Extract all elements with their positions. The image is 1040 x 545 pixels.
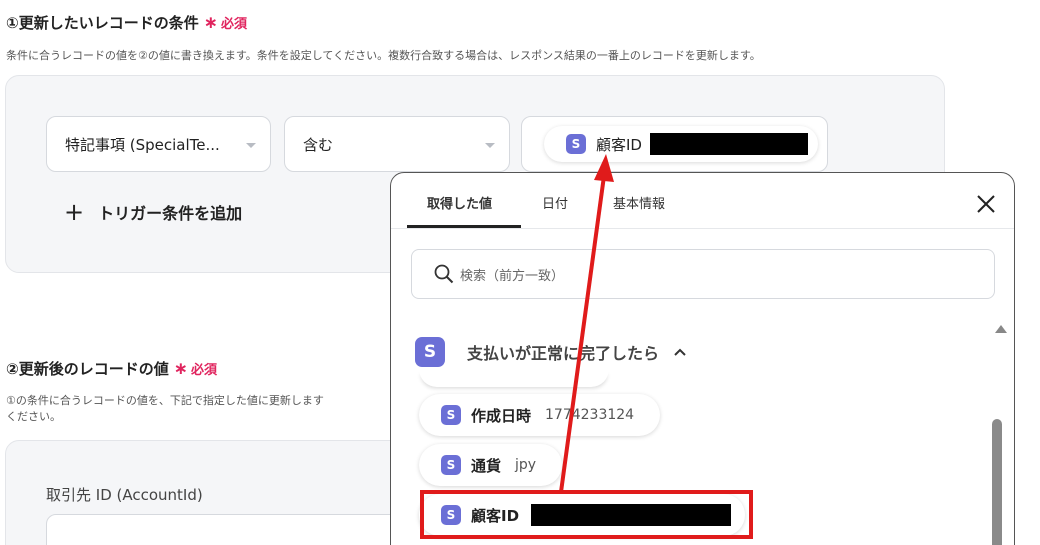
tab-date[interactable]: 日付 (542, 193, 568, 212)
section1-description: 条件に合うレコードの値を②の値に書き換えます。条件を設定してください。複数行合致… (6, 49, 761, 62)
section2-description-line1: ①の条件に合うレコードの値を、下記で指定した値に更新します (6, 394, 324, 407)
stripe-badge-icon: S (415, 337, 445, 367)
required-star: ∗ (173, 359, 188, 379)
redacted-value (649, 133, 808, 155)
add-condition-button[interactable]: + トリガー条件を追加 (64, 200, 242, 224)
tab-basic-info[interactable]: 基本情報 (613, 193, 665, 212)
chevron-down-icon (246, 143, 256, 148)
item-label: 通貨 (471, 456, 502, 475)
chevron-up-icon (674, 348, 686, 356)
add-condition-label: トリガー条件を追加 (98, 204, 243, 223)
stripe-badge-icon: S (441, 405, 461, 425)
chevron-down-icon (485, 143, 495, 148)
item-value: 1774233124 (545, 407, 635, 423)
section2-title: ②更新後のレコードの値 ∗ 必須 (6, 358, 217, 379)
search-input[interactable]: 検索（前方一致） (411, 249, 995, 299)
scrollbar-thumb[interactable] (992, 419, 1002, 545)
stripe-badge-icon: S (441, 455, 461, 475)
item-label: 作成日時 (471, 406, 532, 425)
search-icon (434, 264, 454, 284)
required-label: 必須 (190, 363, 217, 378)
operator-select[interactable]: 含む (284, 116, 510, 172)
section2-title-text: ②更新後のレコードの値 (6, 360, 169, 378)
scroll-up-arrow[interactable] (995, 325, 1007, 333)
account-id-label: 取引先 ID (AccountId) (46, 486, 203, 504)
annotation-highlight-box (420, 490, 753, 539)
account-id-input[interactable] (46, 514, 426, 545)
required-star: ∗ (203, 13, 218, 33)
tab-acquired-values[interactable]: 取得した値 (427, 193, 492, 212)
list-item[interactable]: S 作成日時 1774233124 (419, 394, 661, 436)
required-label: 必須 (220, 17, 247, 32)
stripe-badge-icon: S (566, 134, 586, 154)
value-input[interactable]: S 顧客ID (521, 116, 828, 172)
item-value: jpy (515, 457, 537, 473)
section1-title-text: ①更新したいレコードの条件 (6, 14, 199, 32)
search-placeholder: 検索（前方一致） (460, 268, 565, 284)
section1-title: ①更新したいレコードの条件 ∗ 必須 (6, 12, 247, 33)
tab-divider (391, 228, 1014, 229)
plus-icon: + (64, 198, 85, 226)
operator-select-value: 含む (303, 135, 334, 154)
value-chip[interactable]: S 顧客ID (544, 126, 818, 162)
group-header[interactable]: S 支払いが正常に完了したら (415, 337, 687, 367)
field-select[interactable]: 特記事項 (SpecialTe... (46, 116, 271, 172)
group-label: 支払いが正常に完了したら (467, 344, 660, 363)
value-chip-label: 顧客ID (596, 135, 642, 154)
list-item[interactable]: S 通貨 jpy (419, 444, 563, 486)
field-select-value: 特記事項 (SpecialTe... (65, 135, 220, 154)
close-icon[interactable] (975, 193, 997, 215)
section2-description-line2: ください。 (6, 410, 61, 423)
list-item[interactable] (419, 369, 609, 387)
